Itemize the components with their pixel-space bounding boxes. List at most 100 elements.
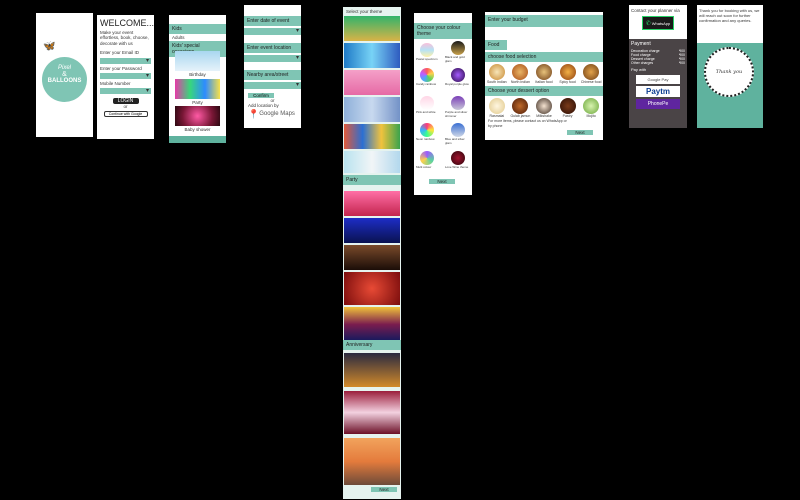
theme-photo-4[interactable] [344,97,400,122]
food-thumb-italian [535,64,552,80]
food-screen: Enter your budget Food choose food selec… [485,12,603,140]
anniversary-photo-3[interactable] [344,438,400,485]
tab-kids[interactable]: Kids [169,24,226,34]
events-screen: Kids Adults Kids' special occasions Birt… [169,15,226,143]
food-label-spicy: Spicy food [559,80,576,84]
paytm-button[interactable]: Paytm [636,86,680,97]
dessert-label: Choose your dessert option [485,86,603,97]
dessert-thumb-mojito [583,98,600,115]
food-thumb-south-indian [488,64,505,80]
food-item-italian[interactable]: Italian food [533,64,555,84]
colour-swatch-3[interactable] [420,68,434,82]
theme-photo-2[interactable] [344,43,400,68]
colour-caption-9: Multi colour [416,165,432,169]
login-screen: WELCOME... Make your event effortless, b… [97,15,154,139]
dessert-item-pastry[interactable]: Pastry [557,98,579,118]
phonepe-button[interactable]: PhonePe [636,99,680,109]
tab-adults[interactable]: Adults [169,34,226,41]
colour-caption-10: Love Wine theme [445,165,469,169]
dessert-row: Rasmalai Gulab jamun Milkshake Pastry Mo… [485,98,603,118]
theme-photo-5[interactable] [344,124,400,149]
brand-bottom: BALLOONS [47,78,82,84]
welcome-title: WELCOME... [100,18,154,28]
colour-swatch-2[interactable] [451,41,465,55]
themes-screen: Select your theme Party Anniversary Next [343,7,401,499]
colour-swatch-9[interactable] [420,151,434,165]
event-location-field[interactable]: Enter event location [244,43,301,53]
splash-screen: 🦋 Pixel & BALLOONS [36,13,93,137]
budget-title: Enter your budget [485,15,603,27]
babyshower-caption: Baby shower [184,127,211,132]
payment-label: Payment [631,41,651,47]
dessert-thumb-milkshake [535,98,552,115]
charge-value-4: ₹00 [678,61,685,65]
party-photo-1[interactable] [344,191,400,216]
thanks-screen: Thank you for booking with us, we will r… [697,5,763,128]
events-footer [169,136,226,143]
theme-photo-1[interactable] [344,16,400,41]
party-caption: Party [192,100,203,105]
google-pay-button[interactable]: Google Pay [636,75,680,84]
dessert-label-pastry: Pastry [562,114,573,119]
food-budget-label: Food [485,40,507,50]
dessert-item-rasmalai[interactable]: Rasmalai [486,98,508,118]
food-item-spicy[interactable]: Spicy food [557,64,579,84]
maps-label: Google Maps [259,111,295,118]
themes-next-button[interactable]: Next [371,487,397,492]
google-maps-button[interactable]: 📍 Google Maps [244,109,301,120]
nearby-field[interactable] [244,81,301,89]
colour-swatch-10[interactable] [451,151,465,165]
location-field[interactable] [244,54,301,62]
colour-caption-1: Pastel spectrum [416,57,438,61]
dessert-label-mojito: Mojito [586,114,596,119]
party-card[interactable] [175,79,220,99]
colours-title: Choose your colour theme [414,23,472,39]
theme-photo-3[interactable] [344,70,400,95]
party-photo-5[interactable] [344,307,400,342]
wreath-frame: Thank you [704,47,754,97]
food-thumb-spicy [559,64,576,80]
colour-swatch-7[interactable] [420,123,434,137]
party-photo-3[interactable] [344,245,400,270]
colour-swatch-5[interactable] [420,96,434,110]
food-item-chinese[interactable]: Chinese food [580,64,602,84]
mobile-field[interactable] [100,87,151,95]
babyshower-card[interactable] [175,106,220,126]
food-item-south-indian[interactable]: South Indian [486,64,508,84]
dessert-label-milkshake: Milkshake [536,114,552,119]
whatsapp-button[interactable]: ✆ WhatsApp [642,16,674,31]
birthday-card[interactable] [175,51,220,71]
dessert-label-gulab-jamun: Gulab jamun [510,114,531,119]
colour-caption-7: Neon rainbow [416,137,435,141]
themes-title: Select your theme [346,9,383,14]
dessert-thumb-rasmalai [488,98,505,115]
dessert-item-gulab-jamun[interactable]: Gulab jamun [509,98,531,118]
or-divider: or [123,104,128,110]
colour-swatch-8[interactable] [451,123,465,137]
dessert-item-mojito[interactable]: Mojito [580,98,602,118]
food-next-button[interactable]: Next [567,130,593,135]
anniversary-photo-1[interactable] [344,353,400,387]
payment-top: Contact your planner via ✆ WhatsApp [629,5,687,39]
contact-note: For more items, please contact us on Wha… [488,119,567,128]
colour-swatch-1[interactable] [420,43,434,57]
thanks-message: Thank you for booking with us, we will r… [699,8,760,23]
food-item-north-indian[interactable]: North Indian [509,64,531,84]
map-pin-icon: 📍 [248,108,260,119]
party-photo-4[interactable] [344,272,400,305]
party-photo-2[interactable] [344,218,400,243]
colour-swatch-6[interactable] [451,96,465,110]
password-field[interactable] [100,72,151,79]
email-field[interactable] [100,57,151,64]
budget-field[interactable] [485,27,603,36]
brand-amp: & [62,71,67,78]
google-button[interactable]: Continue with Google [103,110,148,117]
date-field[interactable] [244,27,301,35]
colour-swatch-4[interactable] [451,68,465,82]
anniversary-photo-2[interactable] [344,391,400,434]
food-thumb-north-indian [512,64,529,80]
theme-photo-6[interactable] [344,151,400,173]
colours-next-button[interactable]: Next [429,179,455,184]
password-label: Enter your Password [100,65,142,71]
dessert-item-milkshake[interactable]: Milkshake [533,98,555,118]
